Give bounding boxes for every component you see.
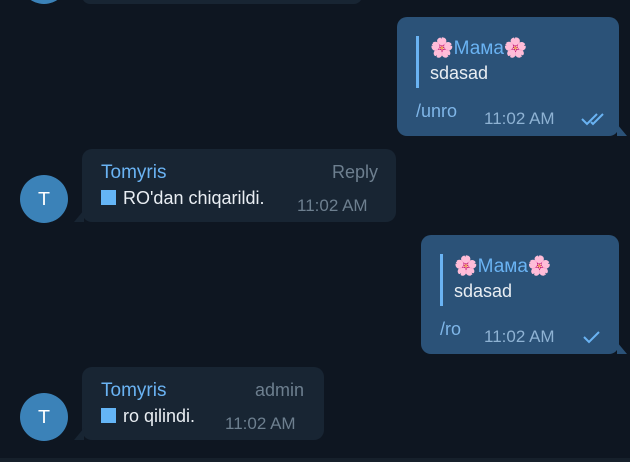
- message-time: 11:02 AM: [297, 196, 368, 215]
- reply-author-name: Мама: [453, 38, 504, 59]
- admin-tag: admin: [254, 380, 304, 400]
- message-command[interactable]: /unro: [416, 101, 457, 122]
- message-time: 11:02 AM: [484, 327, 555, 346]
- sender-name[interactable]: Tomyris: [101, 380, 166, 402]
- message-text: ro qilindi.: [101, 406, 195, 427]
- double-check-icon: [581, 113, 604, 126]
- outgoing-message[interactable]: 🌸Мама🌸 sdasad /unro 11:02 AM: [397, 17, 627, 136]
- reply-text: sdasad: [430, 63, 489, 83]
- reply-author: 🌸Мама🌸: [454, 254, 552, 279]
- message-time: 11:02 AM: [484, 109, 555, 128]
- message-bubble-partial[interactable]: [82, 0, 362, 4]
- reply-tag[interactable]: Reply: [332, 162, 378, 183]
- flower-icon: 🌸: [454, 255, 478, 277]
- reply-author: 🌸Мама🌸: [430, 36, 528, 61]
- reply-author-name: Мама: [477, 256, 528, 277]
- reply-quote[interactable]: 🌸Мама🌸 sdasad: [416, 36, 528, 88]
- sender-name[interactable]: Tomyris: [101, 162, 166, 184]
- avatar[interactable]: T: [20, 393, 68, 441]
- chat-history[interactable]: 🌸Мама🌸 sdasad /unro 11:02 AM T Tomyris R…: [0, 0, 630, 462]
- reply-text: sdasad: [454, 281, 513, 301]
- composer-edge: [0, 458, 630, 462]
- avatar-partial[interactable]: [20, 0, 68, 4]
- incoming-message[interactable]: Tomyris admin ro qilindi. 11:02 AM: [74, 367, 324, 440]
- incoming-message[interactable]: Tomyris Reply RO'dan chiqarildi. 11:02 A…: [74, 149, 396, 222]
- blue-square-icon: [101, 190, 116, 205]
- outgoing-message[interactable]: 🌸Мама🌸 sdasad /ro 11:02 AM: [421, 235, 627, 354]
- message-text-content: RO'dan chiqarildi.: [123, 188, 265, 208]
- flower-icon: 🌸: [430, 37, 454, 59]
- message-command[interactable]: /ro: [440, 319, 461, 340]
- check-icon: [583, 331, 600, 344]
- message-text-content: ro qilindi.: [123, 406, 196, 426]
- blue-square-icon: [101, 408, 116, 423]
- avatar[interactable]: T: [20, 175, 68, 223]
- flower-icon: 🌸: [527, 255, 552, 277]
- flower-icon: 🌸: [503, 37, 528, 59]
- message-text: RO'dan chiqarildi.: [101, 188, 265, 209]
- message-time: 11:02 AM: [225, 414, 296, 433]
- reply-quote[interactable]: 🌸Мама🌸 sdasad: [440, 254, 552, 306]
